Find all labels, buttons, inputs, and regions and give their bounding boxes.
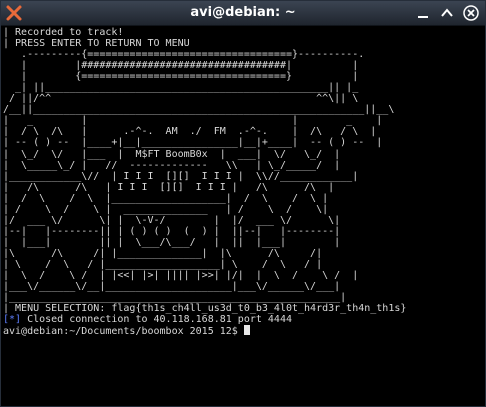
terminal-line: | \ / \ / | |<<| |>| |||| |>>| |/| | \ /… [3, 270, 359, 282]
command-prompt-line[interactable]: avi@debian:~/Documents/boombox_2015_12$ [3, 325, 485, 336]
terminal-line: | \_____\_/ | // ------------- \\ | \_/_… [3, 159, 341, 171]
text-cursor [243, 325, 250, 336]
terminal-line: | {==================================} | [3, 71, 359, 83]
terminal-line: |/ ___ \/ \| | \-V-/ | |/ ___ \/ \| [3, 214, 341, 226]
terminal-line: | _ | | _ | [3, 115, 383, 127]
terminal-line: |____________\// | I I I [][] I I I | \\… [3, 170, 359, 182]
window-title: avi@debian: ~ [190, 5, 296, 20]
maximize-icon[interactable] [439, 5, 455, 21]
terminal-line: | |___| || | \___/\___/ | || |___| | [3, 236, 341, 248]
terminal-line: | -- ( ) -- |____+|__|________________|_… [3, 137, 383, 149]
terminal-output[interactable]: | Recorded to track! | PRESS ENTER TO RET… [3, 27, 485, 406]
terminal-line: | \_/ \/ |___ | M$FT BoomB0x | ___| \/ \… [3, 148, 341, 160]
terminal-line: | PRESS ENTER TO RETURN TO MENU [3, 38, 190, 50]
terminal-line: / ||/^^ ^^\|| \ [3, 93, 359, 105]
terminal-line: |_______________________________________… [3, 292, 347, 304]
terminal-window: avi@debian: ~ | Recorded to track! | PRES… [0, 0, 486, 407]
terminal-line: /__||___________________________________… [3, 104, 395, 116]
terminal-line: | MENU SELECTION: flag{th1s_ch4ll_us3d_t… [3, 303, 407, 315]
terminal-line: .---------{=============================… [3, 49, 365, 61]
terminal-line: | /\ /\ | I I I [][] I I I | /\ /\ | [3, 181, 335, 193]
title-bar[interactable]: avi@debian: ~ [1, 1, 485, 26]
terminal-line: |\ /\ /| |______________| |\ /\ /| [3, 247, 323, 259]
close-icon[interactable] [463, 5, 479, 21]
terminal-line: | \ / \ / |___________________| \ / \ / … [3, 258, 323, 270]
terminal-line: | Recorded to track! [3, 27, 124, 38]
minimize-icon[interactable] [415, 5, 431, 21]
terminal-line: | / \ /\ | .-^-. AM ./ FM .-^-. | /\ / \… [3, 126, 377, 138]
shell-prompt: avi@debian:~/Documents/boombox_2015_12$ [3, 326, 244, 337]
connection-closed-line: [*] Closed connection to 40.118.168.81 p… [3, 314, 485, 325]
terminal-line: | |##################################| | [3, 60, 359, 72]
terminal-line: _| ||___________________________________… [3, 82, 359, 94]
status-tag: [*] [3, 314, 22, 326]
terminal-line: | / \ / \ | ______________ | / \ / \| [3, 203, 329, 215]
terminal-line: | / \ / \ |___________________| / \ / \ … [3, 192, 329, 204]
connection-message: Closed connection to 40.118.168.81 port … [21, 314, 292, 326]
terminal-line: |___\/______\/__|_____________________|_… [3, 281, 341, 293]
terminal-lines: | Recorded to track! | PRESS ENTER TO RET… [3, 27, 485, 314]
terminal-line: |--| |--------|| | ( ) ( ) ( ) | ||--| |… [3, 225, 341, 237]
